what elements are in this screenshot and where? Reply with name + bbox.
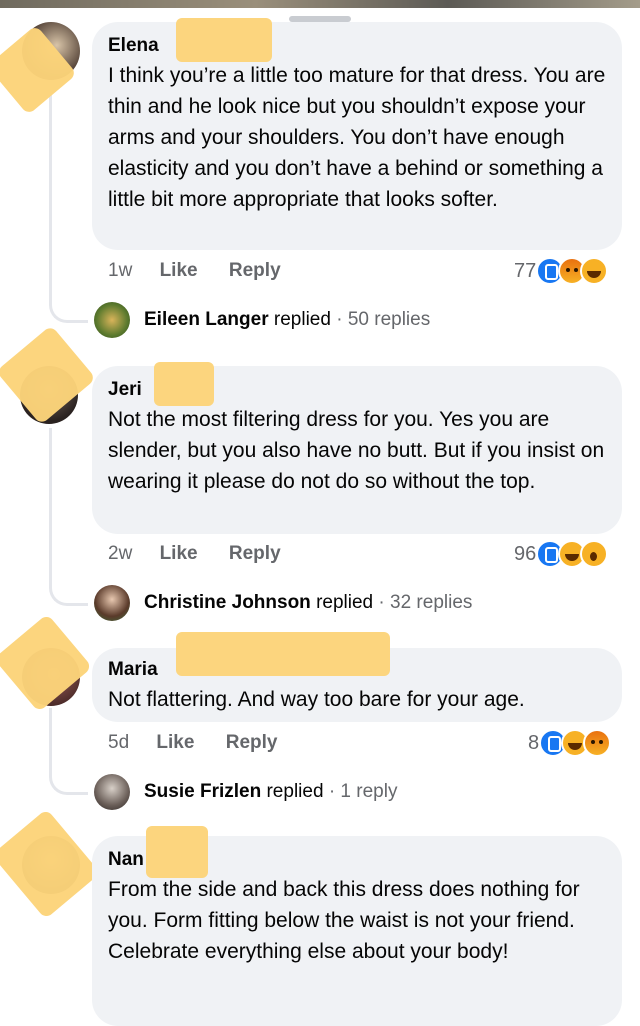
timestamp[interactable]: 2w: [108, 543, 132, 565]
thread-connector: [49, 772, 88, 795]
reaction-count: 8: [528, 731, 540, 754]
reaction-summary[interactable]: 8: [528, 729, 612, 757]
thread-line: [49, 78, 52, 300]
reaction-summary[interactable]: 77: [514, 257, 609, 285]
replier-name: Christine Johnson: [144, 592, 311, 613]
reply-count: · 32 replies: [378, 592, 473, 613]
thread-connector: [49, 583, 88, 606]
comment-text: I think you’re a little too mature for t…: [108, 64, 606, 211]
thread-line: [49, 708, 52, 772]
comment-text: From the side and back this dress does n…: [108, 878, 580, 963]
redaction-mark: [154, 362, 214, 406]
comment-actions: 1w Like Reply: [108, 260, 281, 282]
avatar[interactable]: [94, 302, 130, 338]
timestamp[interactable]: 5d: [108, 732, 129, 754]
reply-button[interactable]: Reply: [229, 260, 281, 282]
view-replies-link[interactable]: Eileen Langer replied · 50 replies: [144, 309, 430, 331]
redaction-mark: [0, 613, 93, 713]
avatar[interactable]: [94, 774, 130, 810]
reaction-count: 77: [514, 259, 537, 282]
reply-count: · 1 reply: [328, 781, 398, 802]
comment-actions: 5d Like Reply: [108, 732, 277, 754]
redaction-mark: [0, 808, 101, 920]
comment-actions: 2w Like Reply: [108, 543, 281, 565]
view-replies-link[interactable]: Susie Frizlen replied · 1 reply: [144, 781, 397, 803]
reaction-summary[interactable]: 96: [514, 540, 609, 568]
background-photo-strip: [0, 0, 640, 8]
like-button[interactable]: Like: [160, 543, 198, 565]
comment-bubble: Elena I think you’re a little too mature…: [92, 22, 622, 250]
avatar[interactable]: [94, 585, 130, 621]
replier-name: Eileen Langer: [144, 309, 269, 330]
thread-line: [49, 428, 52, 583]
view-replies-link[interactable]: Christine Johnson replied · 32 replies: [144, 592, 472, 614]
redaction-mark: [176, 632, 390, 676]
redaction-mark: [176, 18, 272, 62]
angry-icon: [583, 729, 612, 757]
reply-count: · 50 replies: [336, 309, 431, 330]
replier-name: Susie Frizlen: [144, 781, 262, 802]
redaction-mark: [146, 826, 208, 878]
reaction-count: 96: [514, 542, 537, 565]
timestamp[interactable]: 1w: [108, 260, 132, 282]
replied-label: replied: [316, 592, 374, 613]
like-button[interactable]: Like: [160, 260, 198, 282]
wow-icon: [580, 540, 609, 568]
comment-text: Not the most filtering dress for you. Ye…: [108, 408, 605, 493]
redaction-mark: [0, 325, 97, 425]
replied-label: replied: [273, 309, 331, 330]
haha-icon: [580, 257, 609, 285]
thread-connector: [49, 300, 88, 323]
reply-button[interactable]: Reply: [226, 732, 278, 754]
replied-label: replied: [266, 781, 324, 802]
like-button[interactable]: Like: [156, 732, 194, 754]
reply-button[interactable]: Reply: [229, 543, 281, 565]
comment-text: Not flattering. And way too bare for you…: [108, 688, 525, 711]
